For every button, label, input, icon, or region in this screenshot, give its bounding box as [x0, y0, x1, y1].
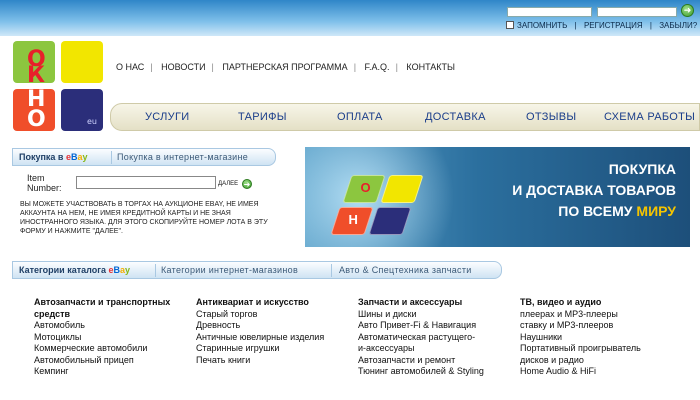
forgot-link[interactable]: ЗАБЫЛИ?	[659, 21, 697, 30]
category-link[interactable]: Автозапчасти и ремонт	[358, 355, 516, 367]
category-link[interactable]: Печать книги	[196, 355, 356, 367]
category-link[interactable]: Автоматическая растущего-	[358, 332, 516, 344]
arrow-right-icon: ➜	[243, 180, 251, 189]
menu-about[interactable]: О НАС	[116, 62, 144, 72]
nav-delivery[interactable]: ДОСТАВКА	[425, 111, 486, 123]
ebay-logo: eBay	[108, 265, 131, 275]
category-column: Антиквариат и искусство Старый торгов Др…	[196, 297, 356, 366]
nav-services[interactable]: УСЛУГИ	[145, 111, 189, 123]
category-heading[interactable]: Автозапчасти и транспортных средств	[34, 297, 192, 320]
category-link[interactable]: Древность	[196, 320, 356, 332]
logo-tile-yellow	[61, 41, 103, 83]
arrow-right-icon: ➜	[683, 5, 692, 15]
category-heading[interactable]: Запчасти и аксессуары	[358, 297, 516, 309]
tab-auto-parts[interactable]: Авто & Спецтехника запчасти	[339, 265, 472, 275]
tab-shop-categories[interactable]: Категории интернет-магазинов	[161, 265, 298, 275]
category-link[interactable]: Home Audio & HiFi	[520, 366, 690, 378]
catalog-tabs: Категории каталога eBay Категории интерн…	[12, 261, 502, 279]
category-link[interactable]: Шины и диски	[358, 309, 516, 321]
logo-tile-navy: eu	[61, 89, 103, 131]
category-heading[interactable]: ТВ, видео и аудио	[520, 297, 690, 309]
login-go-button[interactable]: ➜	[681, 4, 694, 17]
password-field[interactable]	[597, 7, 677, 17]
category-link[interactable]: и-аксессуары	[358, 343, 516, 355]
category-column: Запчасти и аксессуары Шины и диски Авто …	[358, 297, 516, 378]
nav-payment[interactable]: ОПЛАТА	[337, 111, 383, 123]
top-menu: О НАС | НОВОСТИ | ПАРТНЕРСКАЯ ПРОГРАММА | F…	[116, 62, 455, 72]
menu-contacts[interactable]: КОНТАКТЫ	[406, 62, 455, 72]
category-link[interactable]: дисков и радио	[520, 355, 690, 367]
banner-line-2: И ДОСТАВКА ТОВАРОВ	[512, 182, 676, 198]
category-link[interactable]: Наушники	[520, 332, 690, 344]
category-link[interactable]: Старый торгов	[196, 309, 356, 321]
category-link[interactable]: Портативный проигрыватель	[520, 343, 690, 355]
category-link[interactable]: Кемпинг	[34, 366, 192, 378]
category-link[interactable]: Старинные игрушки	[196, 343, 356, 355]
category-column: ТВ, видео и аудио плеерах и MP3-плееры с…	[520, 297, 690, 378]
tab-shop-purchase[interactable]: Покупка в интернет-магазине	[117, 152, 248, 162]
category-link[interactable]: Античные ювелирные изделия	[196, 332, 356, 344]
remember-checkbox[interactable]	[506, 21, 514, 29]
category-link[interactable]: Мотоциклы	[34, 332, 192, 344]
category-link[interactable]: Тюнинг автомобилей & Styling	[358, 366, 516, 378]
tab-ebay-categories[interactable]: Категории каталога eBay	[19, 265, 130, 275]
item-number-input[interactable]	[76, 176, 216, 189]
category-link[interactable]: Автомобильный прицеп	[34, 355, 192, 367]
tab-ebay-purchase[interactable]: Покупка в eBay	[19, 152, 88, 162]
category-link[interactable]: Автомобиль	[34, 320, 192, 332]
menu-faq[interactable]: F.A.Q.	[365, 62, 390, 72]
banner-line-1: ПОКУПКА	[608, 161, 676, 177]
category-link[interactable]: ставку и MP3-плееров	[520, 320, 690, 332]
category-link[interactable]: Коммерческие автомобили	[34, 343, 192, 355]
item-number-label: Item Number:	[27, 173, 62, 193]
category-heading[interactable]: Антиквариат и искусство	[196, 297, 356, 309]
category-column: Автозапчасти и транспортных средств Автом…	[34, 297, 192, 378]
menu-partner[interactable]: ПАРТНЕРСКАЯ ПРОГРАММА	[222, 62, 347, 72]
register-link[interactable]: РЕГИСТРАЦИЯ	[584, 21, 643, 30]
ebay-logo: eBay	[65, 152, 88, 162]
category-link[interactable]: Авто Привет-Fi & Навигация	[358, 320, 516, 332]
top-bar	[0, 0, 700, 36]
top-links: ЗАПОМНИТЬ | РЕГИСТРАЦИЯ | ЗАБЫЛИ?	[506, 21, 697, 30]
next-label: ДАЛЕЕ	[218, 181, 239, 187]
banner-line-3: ПО ВСЕМУ МИРУ	[558, 203, 676, 219]
remember-label: ЗАПОМНИТЬ	[517, 21, 568, 30]
nav-reviews[interactable]: ОТЗЫВЫ	[526, 111, 576, 123]
nav-tariffs[interactable]: ТАРИФЫ	[238, 111, 287, 123]
next-button[interactable]: ➜	[242, 179, 252, 189]
ebay-help-text: ВЫ МОЖЕТЕ УЧАСТВОВАТЬ В ТОРГАХ НА АУКЦИО…	[20, 201, 268, 235]
menu-news[interactable]: НОВОСТИ	[161, 62, 205, 72]
purchase-tabs: Покупка в eBay Покупка в интернет-магази…	[12, 148, 276, 166]
promo-banner[interactable]: О Н ПОКУПКА И ДОСТАВКА ТОВАРОВ ПО ВСЕМУ …	[305, 147, 690, 247]
login-field[interactable]	[507, 7, 592, 17]
nav-workflow[interactable]: СХЕМА РАБОТЫ	[604, 111, 695, 123]
category-link[interactable]: плеерах и MP3-плееры	[520, 309, 690, 321]
logo-tile-red: НО	[13, 87, 55, 132]
